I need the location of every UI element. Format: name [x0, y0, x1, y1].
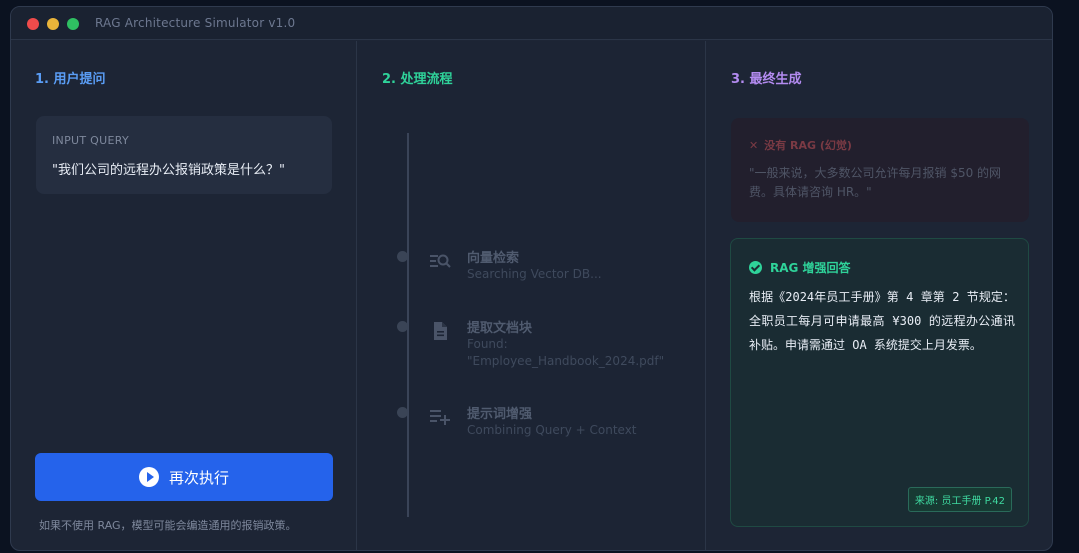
- final-output-heading: 3. 最终生成: [731, 72, 802, 87]
- user-question-panel: 1. 用户提问 INPUT QUERY "我们公司的远程办公报销政策是什么？" …: [11, 41, 357, 550]
- rerun-button[interactable]: 再次执行: [35, 453, 333, 501]
- user-question-heading: 1. 用户提问: [35, 72, 106, 87]
- step-dot: [397, 321, 408, 332]
- footnote: 如果不使用 RAG，模型可能会编造通用的报销政策。: [39, 519, 297, 532]
- rerun-button-label: 再次执行: [168, 468, 229, 487]
- no-rag-answer-card: ✕ 没有 RAG (幻觉) "一般来说，大多数公司允许每月报销 $50 的网费。具…: [731, 118, 1029, 222]
- rag-title-text: RAG 增强回答: [770, 261, 851, 275]
- step-title: 向量检索: [467, 251, 520, 266]
- playlist-add-icon: [430, 410, 450, 425]
- process-flow-panel: 2. 处理流程 向量检索 Searching Vector DB... 提取文档…: [357, 41, 706, 550]
- query-label: INPUT QUERY: [52, 134, 129, 147]
- document-icon: [434, 322, 447, 340]
- x-icon: ✕: [749, 139, 759, 152]
- rag-answer-card: RAG 增强回答 根据《2024年员工手册》第 4 章第 2 节规定：全职员工每…: [730, 238, 1029, 527]
- process-flow-heading: 2. 处理流程: [382, 72, 453, 87]
- step-subtitle: Searching Vector DB...: [467, 267, 602, 281]
- vector-search-icon: [430, 254, 451, 268]
- title-bar: RAG Architecture Simulator v1.0: [11, 7, 1052, 40]
- rag-title: RAG 增强回答: [749, 259, 851, 276]
- step-title: 提取文档块: [467, 321, 533, 336]
- query-text: "我们公司的远程办公报销政策是什么？": [52, 163, 285, 178]
- minimize-window-button[interactable]: [47, 18, 59, 30]
- close-window-button[interactable]: [27, 18, 39, 30]
- step-dot: [397, 251, 408, 262]
- window-title: RAG Architecture Simulator v1.0: [95, 16, 296, 30]
- final-output-panel: 3. 最终生成 ✕ 没有 RAG (幻觉) "一般来说，大多数公司允许每月报销 $…: [706, 41, 1052, 550]
- step-title: 提示词增强: [467, 407, 533, 422]
- source-badge: 来源: 员工手册 P.42: [907, 487, 1012, 512]
- step-subtitle: Found: "Employee_Handbook_2024.pdf": [467, 336, 664, 370]
- step-subtitle-line: Found:: [467, 337, 508, 351]
- play-icon: [138, 467, 159, 487]
- query-box: INPUT QUERY "我们公司的远程办公报销政策是什么？": [36, 116, 332, 194]
- no-rag-title-text: 没有 RAG (幻觉): [764, 139, 852, 152]
- step-subtitle-line: "Employee_Handbook_2024.pdf": [467, 354, 665, 368]
- rag-answer-text: 根据《2024年员工手册》第 4 章第 2 节规定：全职员工每月可申请最高 ¥3…: [749, 290, 1015, 352]
- maximize-window-button[interactable]: [67, 18, 79, 30]
- step-dot: [397, 407, 408, 418]
- no-rag-title: ✕ 没有 RAG (幻觉): [749, 137, 852, 153]
- step-subtitle: Combining Query + Context: [467, 423, 637, 437]
- app-window: RAG Architecture Simulator v1.0 1. 用户提问 …: [10, 6, 1053, 551]
- check-circle-icon: [749, 261, 762, 274]
- no-rag-text: "一般来说，大多数公司允许每月报销 $50 的网费。具体请咨询 HR。": [749, 166, 1002, 199]
